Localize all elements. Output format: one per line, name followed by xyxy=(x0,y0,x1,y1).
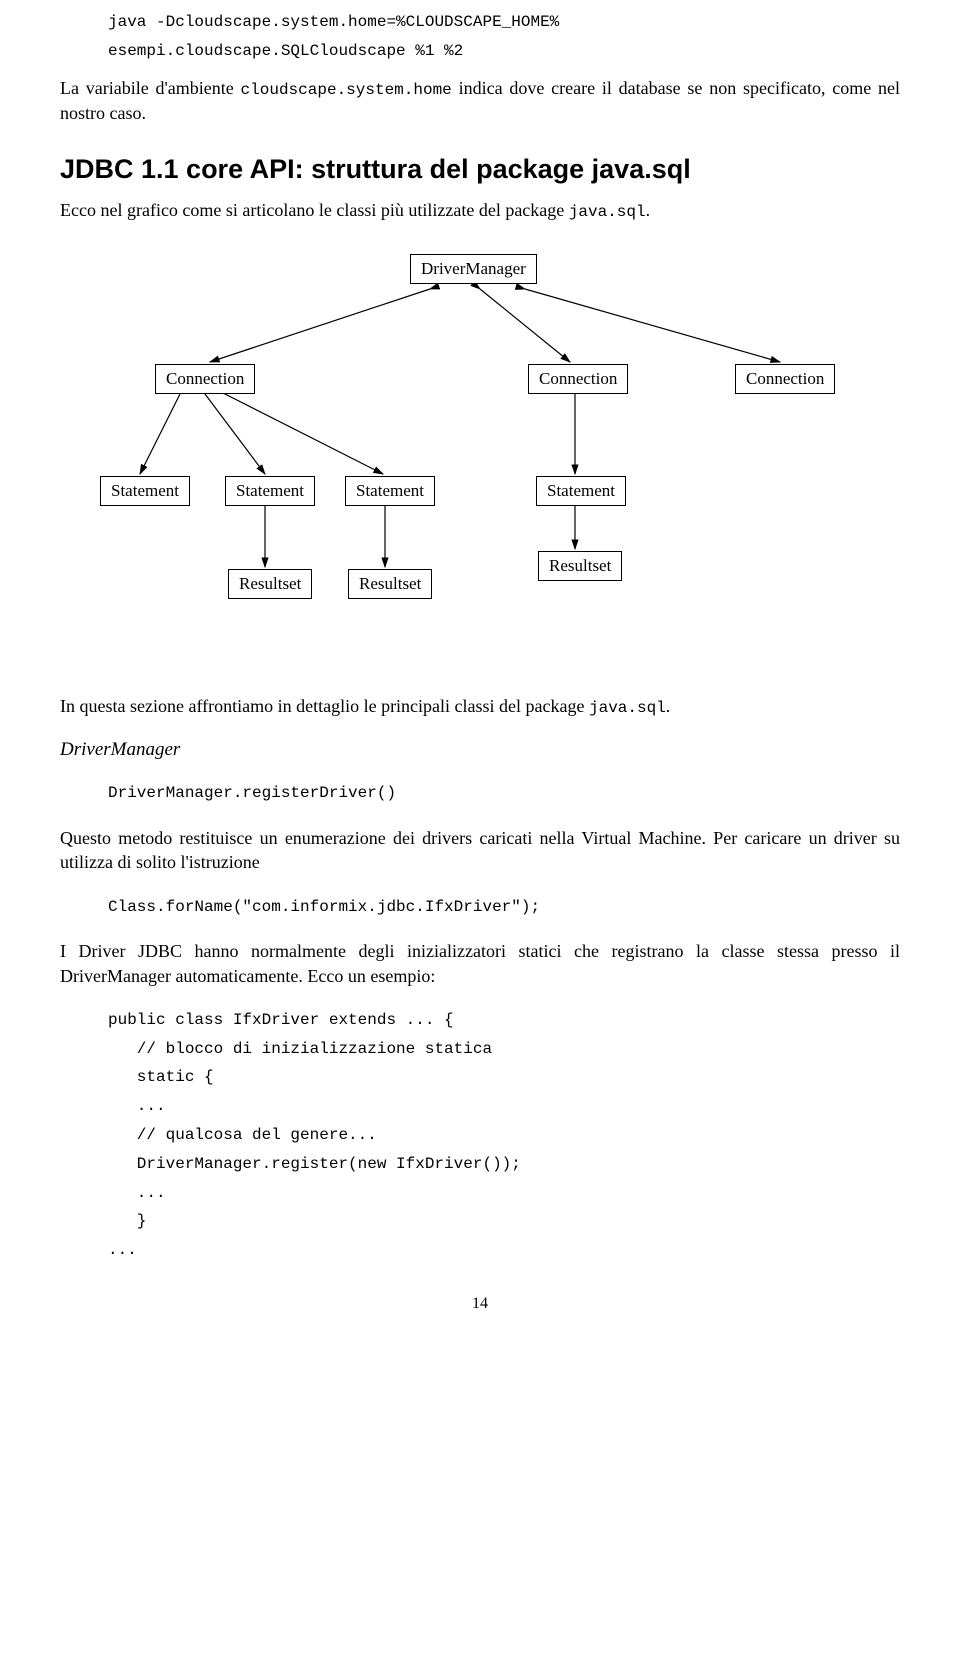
box-statement-3: Statement xyxy=(345,476,435,506)
box-resultset-1: Resultset xyxy=(228,569,312,599)
diagram-arrows xyxy=(100,254,860,664)
paragraph-1: La variabile d'ambiente cloudscape.syste… xyxy=(60,76,900,126)
inline-code: cloudscape.system.home xyxy=(241,81,452,99)
paragraph-after-diagram: In questa sezione affrontiamo in dettagl… xyxy=(60,694,900,720)
box-connection-1: Connection xyxy=(155,364,255,394)
box-statement-2: Statement xyxy=(225,476,315,506)
box-resultset-3: Resultset xyxy=(538,551,622,581)
code-ifxdriver-class: public class IfxDriver extends ... { // … xyxy=(108,1006,900,1265)
box-resultset-2: Resultset xyxy=(348,569,432,599)
paragraph-dm-1: Questo metodo restituisce un enumerazion… xyxy=(60,826,900,875)
text: Ecco nel grafico come si articolano le c… xyxy=(60,200,569,220)
box-drivermanager: DriverManager xyxy=(410,254,537,284)
code-block-1: java -Dcloudscape.system.home=%CLOUDSCAP… xyxy=(108,8,900,66)
code-forname: Class.forName("com.informix.jdbc.IfxDriv… xyxy=(108,893,900,922)
box-statement-1: Statement xyxy=(100,476,190,506)
box-connection-2: Connection xyxy=(528,364,628,394)
box-connection-3: Connection xyxy=(735,364,835,394)
box-statement-4: Statement xyxy=(536,476,626,506)
text: La variabile d'ambiente xyxy=(60,78,241,98)
inline-code: java.sql xyxy=(569,203,646,221)
page-number: 14 xyxy=(60,1295,900,1313)
paragraph-heading-desc: Ecco nel grafico come si articolano le c… xyxy=(60,198,900,224)
class-diagram: DriverManager Connection Connection Conn… xyxy=(100,254,860,664)
text: . xyxy=(666,696,671,716)
text: In questa sezione affrontiamo in dettagl… xyxy=(60,696,589,716)
subheading-drivermanager: DriverManager xyxy=(60,739,900,761)
text: . xyxy=(646,200,651,220)
inline-code: java.sql xyxy=(589,699,666,717)
code-register-driver: DriverManager.registerDriver() xyxy=(108,779,900,808)
paragraph-dm-2: I Driver JDBC hanno normalmente degli in… xyxy=(60,939,900,988)
document-page: java -Dcloudscape.system.home=%CLOUDSCAP… xyxy=(0,0,960,1353)
heading-jdbc-core-api: JDBC 1.1 core API: struttura del package… xyxy=(60,151,900,187)
